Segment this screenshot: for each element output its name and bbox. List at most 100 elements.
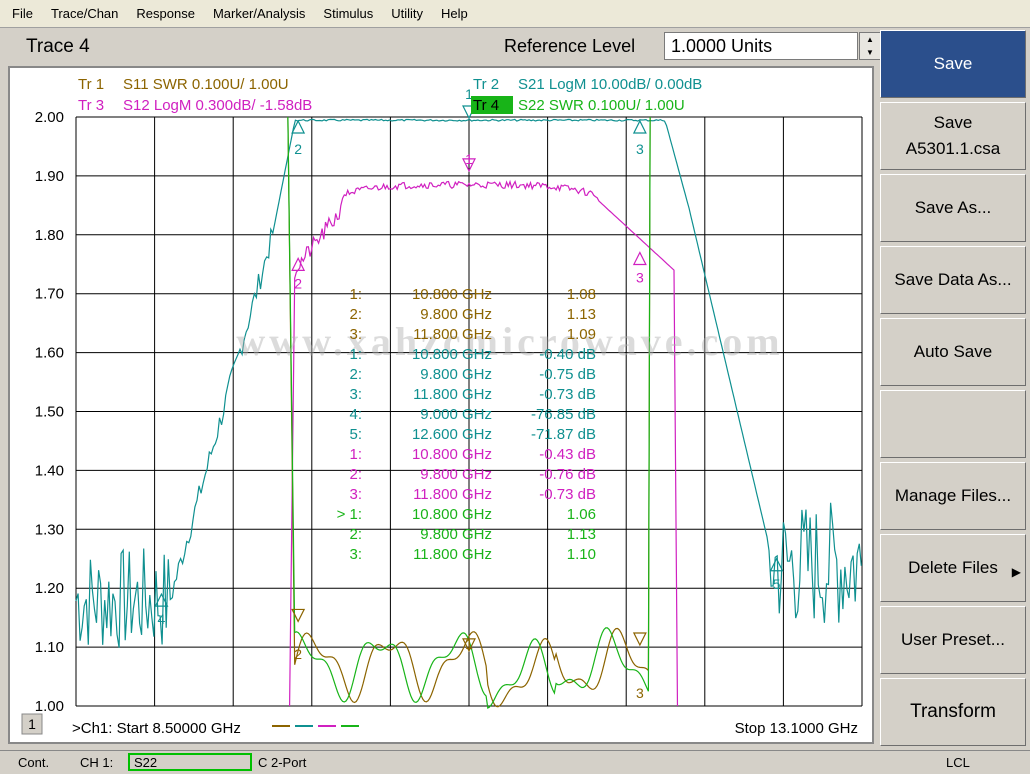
- marker-s12-3-label: 3: [636, 269, 644, 285]
- marker-row-freq: 9.800 GHz: [420, 366, 492, 383]
- trace-legend: Tr 1 S11 SWR 0.100U/ 1.00U Tr 2 S21 LogM 10…: [78, 76, 702, 114]
- marker-s11-1-label: 1: [465, 636, 473, 652]
- softkey-sublabel: A5301.1.csa: [905, 139, 1001, 158]
- stop-frequency: Stop 13.1000 GHz: [735, 720, 858, 737]
- plot-footer: 1 >Ch1: Start 8.50000 GHz Stop 13.1000 GHz: [21, 713, 858, 737]
- status-bar: Cont. CH 1: S22 C 2-Port LCL: [0, 750, 1030, 774]
- softkey-save-data-as[interactable]: Save Data As...: [880, 246, 1026, 314]
- marker-row-index: 3:: [349, 486, 362, 503]
- softkey-save-as[interactable]: Save As...: [880, 174, 1026, 242]
- marker-row-value: 1.13: [567, 526, 596, 543]
- y-tick-label: 1.20: [35, 580, 64, 597]
- marker-s11-2-label: 2: [294, 646, 302, 662]
- marker-row-index: 4:: [349, 406, 362, 423]
- y-tick-label: 1.10: [35, 639, 64, 656]
- y-tick-label: 1.00: [35, 698, 64, 715]
- softkey-blank[interactable]: [880, 390, 1026, 458]
- softkey-label: Transform: [910, 701, 996, 722]
- softkey-panel: Save Save A5301.1.csa Save As... Save Data A…: [878, 28, 1028, 748]
- softkey-label: Save As...: [914, 198, 992, 217]
- start-frequency: >Ch1: Start 8.50000 GHz: [72, 720, 241, 737]
- legend-trace-text: S11 SWR 0.100U/ 1.00U: [123, 76, 289, 93]
- marker-s12-1-label: 1: [465, 151, 473, 167]
- marker-row-freq: 12.600 GHz: [412, 426, 492, 443]
- legend-trace-tag: Tr 4: [473, 97, 499, 114]
- softkey-save[interactable]: Save A5301.1.csa: [880, 102, 1026, 170]
- marker-s21-5: [769, 557, 784, 572]
- marker-row-value: 1.10: [567, 546, 596, 563]
- marker-row-index: 2:: [349, 366, 362, 383]
- marker-s12-2-label: 2: [294, 275, 302, 291]
- marker-row-value: -0.43 dB: [539, 446, 596, 463]
- legend-trace-text: S21 LogM 10.00dB/ 0.00dB: [518, 76, 702, 93]
- softkey-save[interactable]: Save: [880, 30, 1026, 98]
- marker-s21-4-label: 4: [158, 611, 166, 627]
- legend-trace-text: S22 SWR 0.100U/ 1.00U: [518, 97, 685, 114]
- softkey-manage-files[interactable]: Manage Files...: [880, 462, 1026, 530]
- marker-row-freq: 10.800 GHz: [412, 446, 492, 463]
- marker-row-index: 1:: [349, 346, 362, 363]
- y-tick-labels: 2.00 1.90 1.80 1.70 1.60 1.50 1.40 1.30 1.20 1.10…: [35, 109, 64, 715]
- submenu-arrow-icon: ▶: [1011, 565, 1021, 579]
- y-tick-label: 1.40: [35, 462, 64, 479]
- y-tick-label: 1.50: [35, 404, 64, 421]
- marker-row-index: 2:: [349, 306, 362, 323]
- measurement-plot: 2.00 1.90 1.80 1.70 1.60 1.50 1.40 1.30 1.20 1.10…: [21, 76, 863, 737]
- marker-s21-3-label: 3: [636, 141, 644, 157]
- status-remote: LCL: [946, 755, 970, 770]
- marker-row-index: 1:: [349, 446, 362, 463]
- status-measurement[interactable]: S22: [128, 753, 252, 771]
- y-tick-label: 1.70: [35, 286, 64, 303]
- marker-row-value: 1.09: [567, 326, 596, 343]
- softkey-label: Save Data As...: [894, 270, 1012, 289]
- marker-row-index: 3:: [349, 386, 362, 403]
- marker-row-index: 1:: [349, 286, 362, 303]
- status-mode: Cont.: [18, 755, 50, 770]
- marker-s12-3: [632, 251, 647, 266]
- marker-s21-3: [632, 119, 647, 134]
- marker-row-freq: 9.800 GHz: [420, 466, 492, 483]
- marker-row-index: 5:: [349, 426, 362, 443]
- softkey-label: Auto Save: [913, 342, 993, 361]
- softkey-transform[interactable]: Transform: [880, 678, 1026, 746]
- marker-s21-5-label: 5: [773, 576, 781, 592]
- marker-row-value: -0.73 dB: [539, 386, 596, 403]
- softkey-auto-save[interactable]: Auto Save: [880, 318, 1026, 386]
- legend-trace-tag: Tr 2: [473, 76, 499, 93]
- y-tick-label: 1.90: [35, 168, 64, 185]
- y-tick-label: 1.30: [35, 521, 64, 538]
- marker-row-index: > 1:: [337, 506, 362, 523]
- marker-s11-3: [632, 632, 647, 647]
- softkey-label: Delete Files: [908, 558, 998, 577]
- marker-row-value: -76.85 dB: [531, 406, 596, 423]
- marker-row-value: -0.40 dB: [539, 346, 596, 363]
- y-tick-label: 2.00: [35, 109, 64, 126]
- marker-row-value: 1.13: [567, 306, 596, 323]
- legend-trace-tag: Tr 1: [78, 76, 104, 93]
- status-channel: CH 1:: [80, 755, 114, 770]
- marker-row-freq: 9.800 GHz: [420, 526, 492, 543]
- marker-row-freq: 9.800 GHz: [420, 306, 492, 323]
- trace-s12-line: [288, 179, 679, 707]
- marker-row-value: -71.87 dB: [531, 426, 596, 443]
- softkey-delete-files[interactable]: Delete Files ▶: [880, 534, 1026, 602]
- softkey-label: Manage Files...: [894, 486, 1012, 505]
- marker-row-index: 3:: [349, 326, 362, 343]
- marker-row-index: 2:: [349, 466, 362, 483]
- marker-row-freq: 11.800 GHz: [413, 486, 492, 503]
- marker-row-freq: 10.800 GHz: [412, 286, 492, 303]
- marker-row-freq: 11.800 GHz: [413, 326, 492, 343]
- marker-row-value: 1.08: [567, 286, 596, 303]
- marker-row-value: -0.75 dB: [539, 366, 596, 383]
- marker-row-freq: 10.800 GHz: [412, 346, 492, 363]
- marker-row-freq: 10.800 GHz: [412, 506, 492, 523]
- status-cal: C 2-Port: [258, 755, 307, 770]
- watermark-text: www.xahzcmicrowave.com: [236, 319, 783, 364]
- y-tick-label: 1.80: [35, 227, 64, 244]
- softkey-user-preset[interactable]: User Preset...: [880, 606, 1026, 674]
- softkey-label: Save: [933, 113, 973, 132]
- marker-row-value: 1.06: [567, 506, 596, 523]
- softkey-label: Save: [933, 54, 973, 73]
- legend-trace-text: S12 LogM 0.300dB/ -1.58dB: [123, 97, 312, 114]
- y-tick-label: 1.60: [35, 345, 64, 362]
